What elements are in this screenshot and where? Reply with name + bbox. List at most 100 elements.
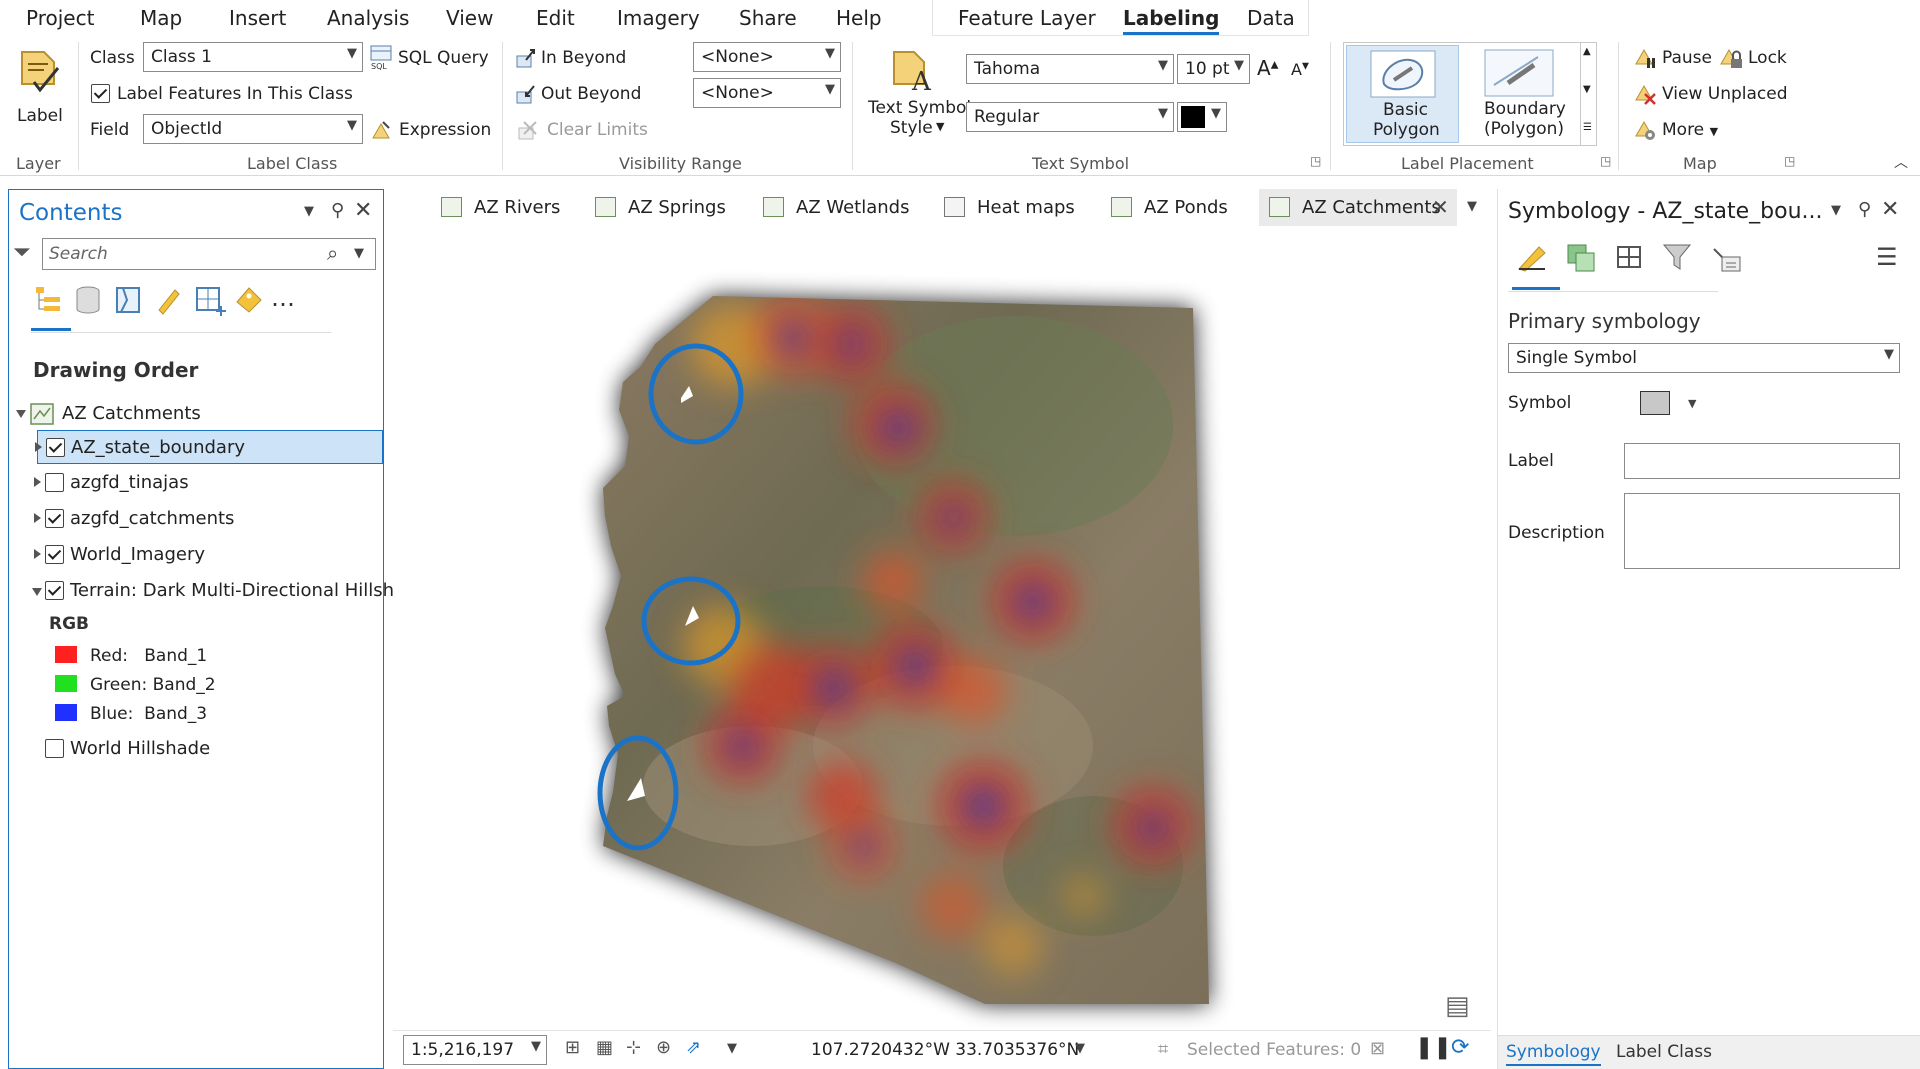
font-style-dropdown[interactable]: Regular ▼ bbox=[966, 102, 1174, 132]
chevron-down-icon[interactable]: ▼ bbox=[1583, 84, 1591, 95]
dialog-launcher-icon[interactable]: ◳ bbox=[1784, 154, 1795, 168]
list-by-snapping-icon[interactable] bbox=[193, 284, 227, 318]
constraints-icon[interactable]: ⊕ bbox=[656, 1037, 671, 1058]
field-dropdown[interactable]: ObjectId ▼ bbox=[143, 114, 363, 144]
layer-row-az-state-boundary[interactable]: AZ_state_boundary bbox=[35, 430, 383, 464]
view-unplaced-button[interactable]: View Unplaced bbox=[1662, 84, 1788, 104]
shrink-font-icon[interactable]: A▼ bbox=[1291, 60, 1309, 79]
display-filters-icon[interactable] bbox=[1708, 241, 1744, 275]
pause-drawing-icon[interactable]: ❚❚ bbox=[1415, 1035, 1452, 1060]
menu-project[interactable]: Project bbox=[26, 6, 94, 30]
chevron-down-icon[interactable]: ▼ bbox=[1688, 397, 1696, 410]
chevron-down-icon[interactable]: ▼ bbox=[304, 204, 314, 219]
menu-imagery[interactable]: Imagery bbox=[617, 6, 700, 30]
layer-visibility-checkbox[interactable] bbox=[45, 509, 64, 528]
layer-row-terrain-hillshade[interactable]: Terrain: Dark Multi-Directional Hillsh..… bbox=[32, 574, 411, 608]
basic-polygon-option[interactable]: Basic Polygon bbox=[1346, 45, 1459, 143]
clear-limits-button[interactable]: Clear Limits bbox=[547, 120, 648, 140]
grid-icon[interactable]: ▦ bbox=[596, 1037, 613, 1058]
label-input[interactable] bbox=[1624, 443, 1900, 479]
layer-visibility-checkbox[interactable] bbox=[46, 438, 65, 457]
dialog-launcher-icon[interactable]: ◳ bbox=[1600, 154, 1611, 168]
layer-row-azgfd-tinajas[interactable]: azgfd_tinajas bbox=[34, 466, 383, 500]
layer-visibility-checkbox[interactable] bbox=[45, 545, 64, 564]
symbol-layer-drawing-icon[interactable] bbox=[1612, 241, 1646, 273]
vary-symbology-icon[interactable] bbox=[1564, 241, 1598, 273]
layer-visibility-checkbox[interactable] bbox=[45, 473, 64, 492]
in-beyond-dropdown[interactable]: <None> ▼ bbox=[693, 42, 841, 72]
filter-icon[interactable]: ⏷ bbox=[13, 240, 31, 265]
chevron-up-icon[interactable]: ▲ bbox=[1583, 46, 1591, 57]
out-beyond-dropdown[interactable]: <None> ▼ bbox=[693, 78, 841, 108]
gallery-expand-icon[interactable]: ☰ bbox=[1583, 122, 1592, 133]
expand-arrow-icon[interactable] bbox=[34, 513, 41, 523]
menu-insert[interactable]: Insert bbox=[229, 6, 286, 30]
list-by-labeling-icon[interactable] bbox=[233, 284, 265, 316]
contents-search-input[interactable]: Search ⌕ ▼ bbox=[42, 238, 376, 270]
map-canvas[interactable] bbox=[393, 226, 1491, 1029]
north-arrow-icon[interactable]: ⇗ bbox=[686, 1037, 701, 1058]
symbol-swatch[interactable] bbox=[1640, 391, 1670, 415]
chevron-down-icon[interactable]: ▼ bbox=[727, 1041, 737, 1056]
menu-edit[interactable]: Edit bbox=[536, 6, 575, 30]
tab-overflow-icon[interactable]: ▼ bbox=[1467, 199, 1477, 214]
pause-button[interactable]: Pause bbox=[1662, 48, 1712, 68]
menu-share[interactable]: Share bbox=[739, 6, 797, 30]
grow-font-icon[interactable]: A▲ bbox=[1257, 56, 1278, 80]
chevron-down-icon[interactable]: ▼ bbox=[354, 246, 364, 261]
refresh-icon[interactable]: ⟳ bbox=[1451, 1035, 1469, 1060]
more-button[interactable]: More ▼ bbox=[1662, 120, 1718, 140]
pin-icon[interactable]: ⚲ bbox=[331, 200, 344, 221]
in-beyond-button[interactable]: In Beyond bbox=[541, 48, 626, 68]
snapping-icon[interactable]: ⊹ bbox=[626, 1037, 641, 1058]
layer-visibility-checkbox[interactable] bbox=[45, 581, 64, 600]
layer-row-world-imagery[interactable]: World_Imagery bbox=[34, 538, 383, 572]
list-by-selection-icon[interactable] bbox=[113, 284, 143, 316]
expand-arrow-icon[interactable] bbox=[34, 549, 41, 559]
label-features-checkbox[interactable] bbox=[91, 84, 110, 103]
label-button[interactable]: Label bbox=[10, 44, 68, 132]
sql-query-button[interactable]: SQL Query bbox=[398, 48, 489, 68]
expand-arrow-icon[interactable] bbox=[35, 442, 42, 452]
chevron-down-icon[interactable]: ▼ bbox=[1831, 203, 1841, 218]
list-by-source-icon[interactable] bbox=[73, 284, 103, 316]
close-icon[interactable]: ✕ bbox=[1881, 197, 1899, 222]
menu-help[interactable]: Help bbox=[836, 6, 882, 30]
menu-analysis[interactable]: Analysis bbox=[327, 6, 409, 30]
primary-symbology-dropdown[interactable]: Single Symbol ▼ bbox=[1508, 343, 1900, 373]
menu-map[interactable]: Map bbox=[140, 6, 182, 30]
layer-row-world-hillshade[interactable]: World Hillshade bbox=[37, 732, 383, 766]
tab-symbology[interactable]: Symbology bbox=[1506, 1042, 1601, 1066]
expression-button[interactable]: Expression bbox=[399, 120, 491, 140]
font-color-dropdown[interactable]: ▼ bbox=[1177, 102, 1227, 132]
layer-visibility-checkbox[interactable] bbox=[45, 739, 64, 758]
clear-selection-icon[interactable]: ⊠ bbox=[1370, 1038, 1385, 1059]
close-tab-icon[interactable]: ✕ bbox=[1432, 195, 1449, 219]
dialog-launcher-icon[interactable]: ◳ bbox=[1310, 154, 1321, 168]
expand-arrow-icon[interactable] bbox=[32, 588, 42, 596]
boundary-polygon-option[interactable]: Boundary (Polygon) bbox=[1464, 45, 1577, 143]
layer-row-azgfd-catchments[interactable]: azgfd_catchments bbox=[34, 502, 383, 536]
lock-button[interactable]: Lock bbox=[1748, 48, 1787, 68]
out-beyond-button[interactable]: Out Beyond bbox=[541, 84, 641, 104]
menu-labeling[interactable]: Labeling bbox=[1123, 6, 1220, 35]
zoom-extent-icon[interactable]: ⊞ bbox=[565, 1037, 580, 1058]
font-size-dropdown[interactable]: 10 pt ▼ bbox=[1177, 54, 1250, 84]
menu-feature-layer[interactable]: Feature Layer bbox=[958, 6, 1096, 30]
map-node[interactable]: AZ Catchments bbox=[9, 397, 383, 431]
attribution-icon[interactable]: ▤ bbox=[1445, 991, 1470, 1021]
menu-data[interactable]: Data bbox=[1247, 6, 1295, 30]
expand-arrow-icon[interactable] bbox=[16, 410, 26, 418]
chevron-down-icon[interactable]: ▼ bbox=[1075, 1041, 1085, 1056]
pin-icon[interactable]: ⚲ bbox=[1858, 199, 1871, 220]
tab-label-class[interactable]: Label Class bbox=[1616, 1042, 1712, 1062]
list-by-drawing-order-icon[interactable] bbox=[33, 284, 65, 316]
menu-icon[interactable]: ☰ bbox=[1876, 243, 1898, 271]
text-symbol-style-button[interactable]: A Text Symbol Style ▼ bbox=[864, 44, 971, 144]
primary-symbology-icon[interactable] bbox=[1515, 241, 1549, 273]
scale-dropdown[interactable]: 1:5,216,197 ▼ bbox=[403, 1035, 547, 1065]
filter-icon[interactable] bbox=[1660, 241, 1694, 273]
class-dropdown[interactable]: Class 1 ▼ bbox=[143, 42, 363, 72]
description-input[interactable] bbox=[1624, 493, 1900, 569]
map-tab-az-catchments[interactable]: AZ Catchments ✕ bbox=[1259, 189, 1457, 226]
